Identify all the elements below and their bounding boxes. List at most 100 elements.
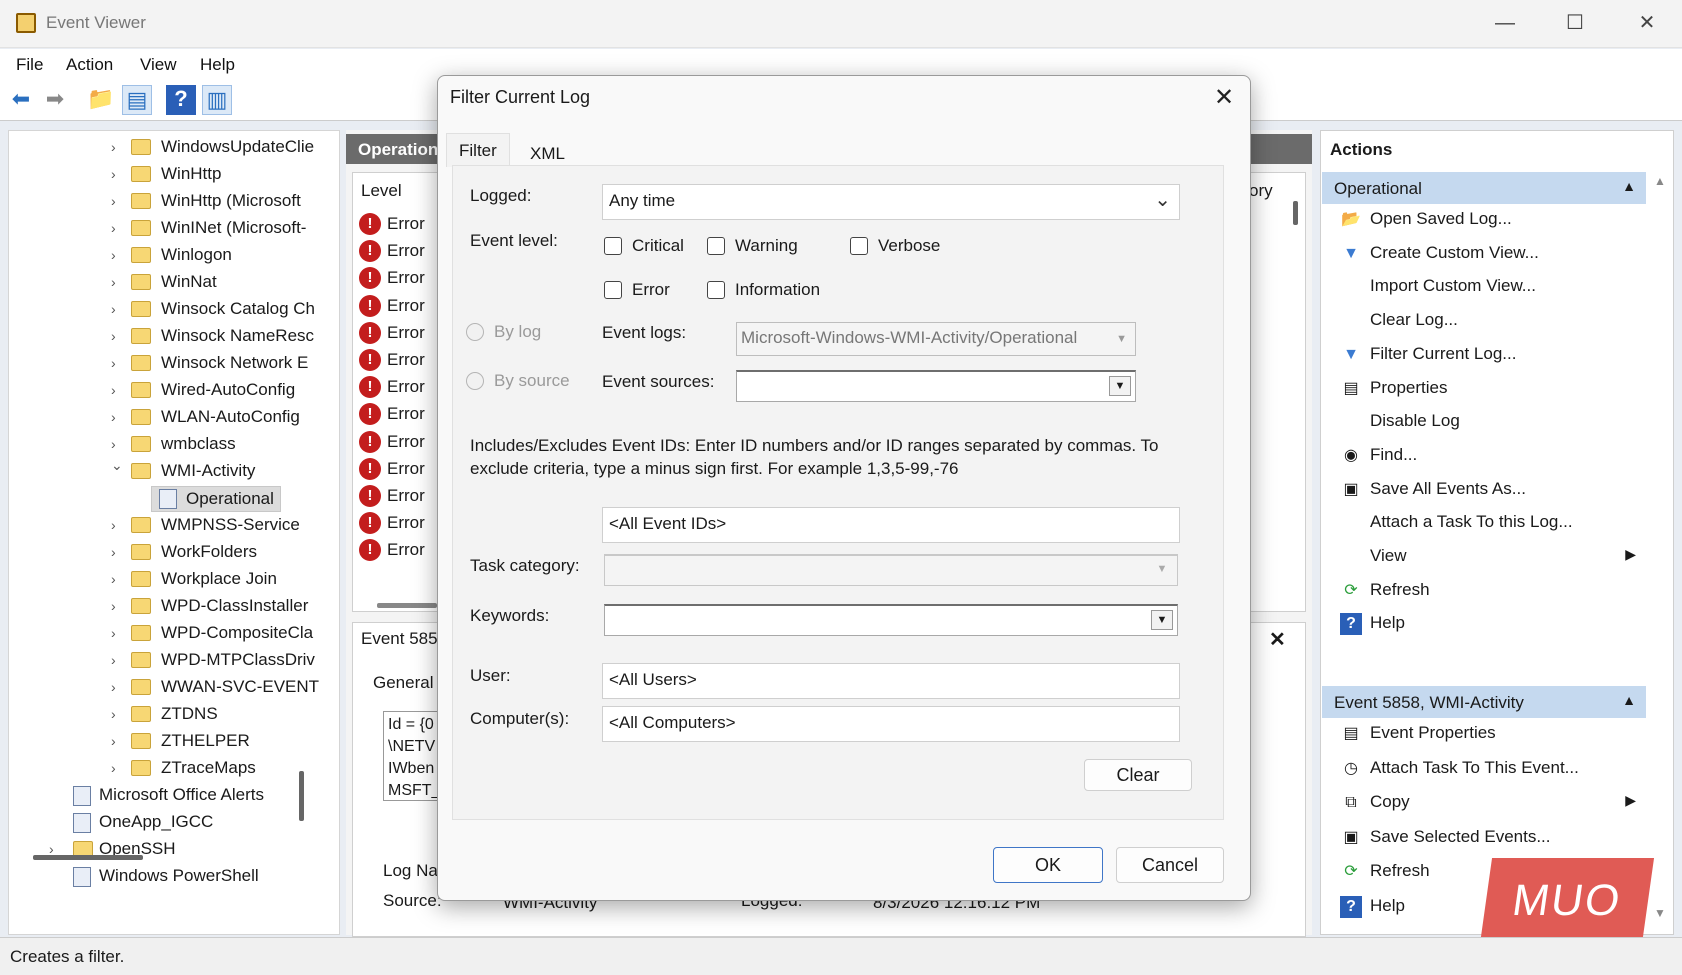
event-row[interactable]: ! Error [353,347,425,375]
action-item[interactable]: ▤ Event Properties [1340,720,1640,750]
column-level[interactable]: Level [361,181,402,201]
computers-input[interactable]: <All Computers> [602,706,1180,742]
chevron-right-icon[interactable]: › [111,598,116,614]
event-row[interactable]: ! Error [353,401,425,429]
chevron-right-icon[interactable]: › [111,193,116,209]
actions-section-event[interactable]: Event 5858, WMI-Activity ▲ [1322,686,1646,718]
close-window-button[interactable]: ✕ [1632,10,1662,36]
detail-close-icon[interactable]: ✕ [1269,627,1286,652]
chevron-right-icon[interactable]: › [111,139,116,155]
chevron-right-icon[interactable]: › [111,733,116,749]
task-category-combo[interactable]: ▼ [604,554,1178,586]
chevron-right-icon[interactable]: › [111,247,116,263]
menu-file[interactable]: File [16,55,43,75]
dropdown-arrow-icon[interactable]: ▼ [1109,376,1131,396]
chevron-right-icon[interactable]: › [111,409,116,425]
action-item[interactable]: ? Help [1340,610,1640,640]
chevron-right-icon[interactable]: › [111,679,116,695]
clear-button[interactable]: Clear [1084,759,1192,791]
chevron-right-icon[interactable]: › [111,517,116,533]
help-icon[interactable]: ? [166,85,196,115]
chevron-right-icon[interactable]: › [111,166,116,182]
menu-view[interactable]: View [140,55,177,75]
menu-action[interactable]: Action [66,55,113,75]
warning-checkbox[interactable] [707,237,725,255]
by-source-radio[interactable] [466,372,484,390]
chevron-right-icon[interactable]: › [111,382,116,398]
event-row[interactable]: ! Error [353,293,425,321]
back-arrow-icon[interactable]: ⬅ [6,85,36,115]
action-item[interactable]: ⟳ Refresh [1340,577,1640,607]
event-row[interactable]: ! Error [353,510,425,538]
action-item[interactable]: ⧉ Copy ▶ [1340,789,1640,819]
error-checkbox[interactable] [604,281,622,299]
chevron-right-icon[interactable]: › [111,274,116,290]
event-row[interactable]: ! Error [353,456,425,484]
event-row[interactable]: ! Error [353,320,425,348]
column-category[interactable]: ory [1249,181,1273,201]
dropdown-arrow-icon[interactable]: ▼ [1151,610,1173,630]
keywords-combo[interactable]: ▼ [604,604,1178,636]
event-row[interactable]: ! Error [353,265,425,293]
action-item[interactable]: ◷ Attach Task To This Event... [1340,755,1640,785]
chevron-down-icon[interactable]: ⌄ [111,457,123,474]
critical-checkbox[interactable] [604,237,622,255]
collapse-icon[interactable]: ▲ [1622,692,1636,708]
action-item[interactable]: Attach a Task To this Log... [1340,509,1640,539]
tree-vertical-scrollbar[interactable] [299,771,304,821]
cancel-button[interactable]: Cancel [1116,847,1224,883]
chevron-right-icon[interactable]: › [111,220,116,236]
event-row[interactable]: ! Error [353,238,425,266]
show-hide-action-pane-icon[interactable]: ▥ [202,85,232,115]
action-item[interactable]: ▣ Save All Events As... [1340,476,1640,506]
event-row[interactable]: ! Error [353,429,425,457]
event-sources-combo[interactable]: ▼ [736,370,1136,402]
tree-horizontal-scrollbar[interactable] [33,855,143,860]
action-item[interactable]: Clear Log... [1340,307,1640,337]
tab-filter[interactable]: Filter [446,133,510,167]
action-item[interactable]: ▤ Properties [1340,375,1640,405]
verbose-checkbox[interactable] [850,237,868,255]
chevron-right-icon[interactable]: › [111,301,116,317]
actions-scrollbar[interactable]: ▲ ▼ [1650,170,1672,930]
chevron-right-icon[interactable]: › [111,625,116,641]
actions-section-operational[interactable]: Operational ▲ [1322,172,1646,204]
show-hide-tree-icon[interactable]: ▤ [122,85,152,115]
chevron-right-icon[interactable]: › [111,355,116,371]
menu-help[interactable]: Help [200,55,235,75]
maximize-button[interactable]: ☐ [1560,10,1590,36]
chevron-right-icon[interactable]: › [111,706,116,722]
ok-button[interactable]: OK [993,847,1103,883]
user-input[interactable]: <All Users> [602,663,1180,699]
action-item[interactable]: View ▶ [1340,543,1640,573]
collapse-icon[interactable]: ▲ [1622,178,1636,194]
chevron-right-icon[interactable]: › [111,652,116,668]
action-item[interactable]: ◉ Find... [1340,442,1640,472]
action-item[interactable]: ▼ Create Custom View... [1340,240,1640,270]
dialog-close-icon[interactable]: ✕ [1214,83,1234,112]
up-folder-icon[interactable]: 📁 [86,85,116,115]
event-row[interactable]: ! Error [353,211,425,239]
event-row[interactable]: ! Error [353,374,425,402]
minimize-button[interactable]: — [1490,10,1520,36]
action-item[interactable]: Import Custom View... [1340,273,1640,303]
list-vertical-scrollbar[interactable] [1293,201,1298,225]
action-item[interactable]: ▼ Filter Current Log... [1340,341,1640,371]
chevron-right-icon[interactable]: › [111,328,116,344]
event-row[interactable]: ! Error [353,483,425,511]
list-horizontal-scrollbar[interactable] [377,603,437,608]
event-logs-field[interactable]: Microsoft-Windows-WMI-Activity/Operation… [736,322,1136,356]
action-item[interactable]: Disable Log [1340,408,1640,438]
event-row[interactable]: ! Error [353,537,425,565]
action-item[interactable]: ▣ Save Selected Events... [1340,824,1640,854]
chevron-right-icon[interactable]: › [111,571,116,587]
tab-general[interactable]: General [373,673,433,693]
event-ids-input[interactable]: <All Event IDs> [602,507,1180,543]
action-item[interactable]: 📂 Open Saved Log... [1340,206,1640,236]
forward-arrow-icon[interactable]: ➡ [40,85,70,115]
chevron-right-icon[interactable]: › [111,544,116,560]
information-checkbox[interactable] [707,281,725,299]
chevron-right-icon[interactable]: › [111,760,116,776]
chevron-right-icon[interactable]: › [111,436,116,452]
logged-dropdown[interactable]: Any time ⌄ [602,184,1180,220]
